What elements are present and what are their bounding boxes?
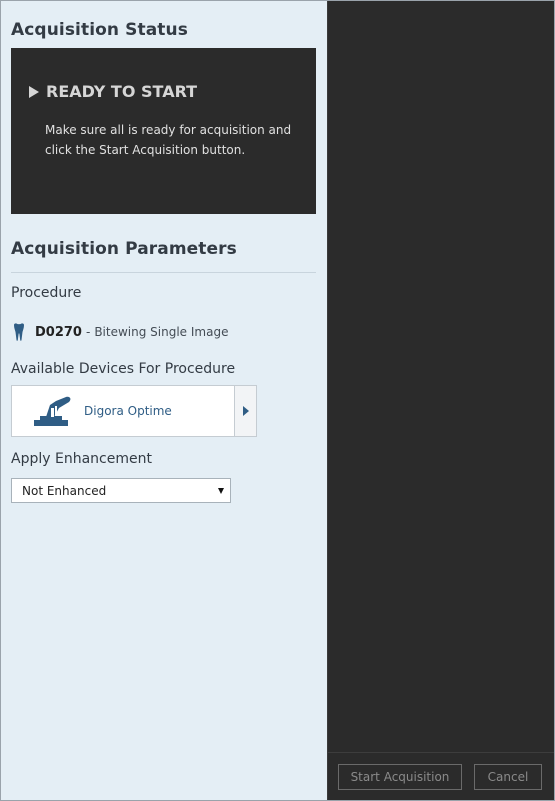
tooth-icon	[14, 323, 24, 341]
cancel-button[interactable]: Cancel	[474, 764, 542, 790]
scanner-icon	[34, 396, 71, 426]
procedure-separator: -	[85, 325, 91, 339]
status-heading: READY TO START	[29, 82, 197, 101]
status-heading-text: READY TO START	[46, 82, 198, 101]
enhancement-selected-value: Not Enhanced	[22, 483, 107, 498]
procedure-row: D0270 - Bitewing Single Image	[13, 323, 228, 341]
footer-bar: Start Acquisition Cancel	[328, 752, 554, 800]
device-name: Digora Optime	[84, 404, 172, 418]
available-devices-label: Available Devices For Procedure	[11, 361, 236, 377]
preview-panel: Start Acquisition Cancel	[327, 1, 554, 800]
start-acquisition-button[interactable]: Start Acquisition	[338, 764, 462, 790]
left-panel: Acquisition Status READY TO START Make s…	[1, 1, 327, 800]
status-box: READY TO START Make sure all is ready fo…	[11, 48, 316, 214]
enhancement-select[interactable]: Not Enhanced	[11, 478, 231, 503]
apply-enhancement-label: Apply Enhancement	[11, 451, 152, 467]
chevron-down-icon	[218, 487, 224, 494]
device-select-button[interactable]: Digora Optime	[12, 386, 234, 436]
play-icon	[29, 85, 39, 98]
device-card-digora-optime[interactable]: Digora Optime	[11, 385, 257, 437]
device-expand-button[interactable]	[234, 386, 256, 436]
acquisition-window: Acquisition Status READY TO START Make s…	[0, 0, 555, 801]
section-divider	[11, 272, 316, 273]
status-message: Make sure all is ready for acquisition a…	[45, 123, 292, 157]
procedure-description: Bitewing Single Image	[94, 325, 229, 339]
chevron-right-icon	[242, 406, 249, 416]
acquisition-parameters-title: Acquisition Parameters	[11, 239, 237, 259]
procedure-label: Procedure	[11, 285, 82, 301]
acquisition-status-title: Acquisition Status	[11, 20, 188, 40]
procedure-code: D0270	[35, 324, 82, 340]
